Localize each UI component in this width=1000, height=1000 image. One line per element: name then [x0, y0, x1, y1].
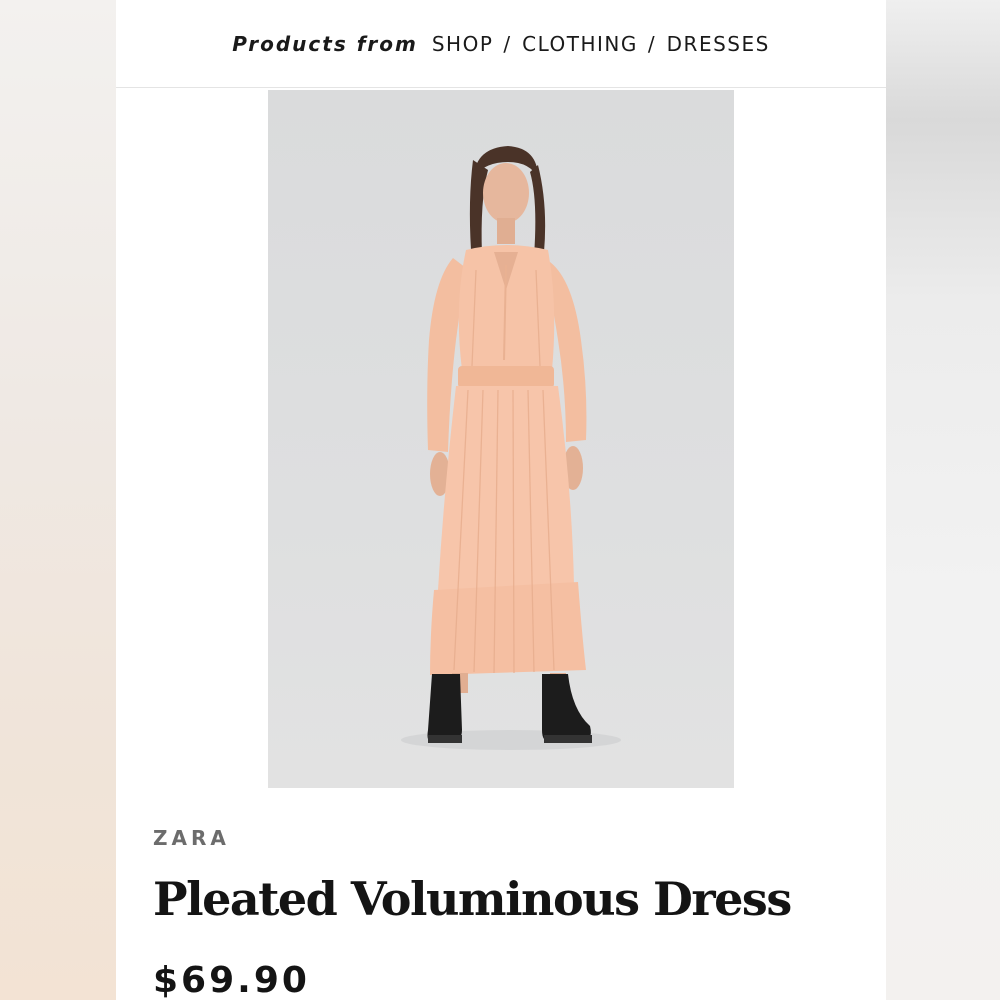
- background-left: [0, 0, 116, 1000]
- breadcrumb-item-shop[interactable]: SHOP: [432, 32, 494, 56]
- product-price: $69.90: [153, 960, 310, 1000]
- breadcrumb-separator: /: [503, 31, 513, 56]
- product-photo: [401, 146, 621, 750]
- background-right: [886, 0, 1000, 1000]
- breadcrumb: Products from SHOP / CLOTHING / DRESSES: [116, 0, 886, 88]
- breadcrumb-item-clothing[interactable]: CLOTHING: [522, 32, 638, 56]
- product-image[interactable]: [268, 90, 734, 788]
- product-title: Pleated Voluminous Dress: [153, 872, 792, 926]
- brand-name[interactable]: ZARA: [153, 826, 230, 850]
- product-page: Products from SHOP / CLOTHING / DRESSES: [116, 0, 886, 1000]
- breadcrumb-item-dresses[interactable]: DRESSES: [667, 32, 770, 56]
- breadcrumb-separator: /: [647, 31, 657, 56]
- breadcrumb-prefix: Products from: [232, 31, 418, 56]
